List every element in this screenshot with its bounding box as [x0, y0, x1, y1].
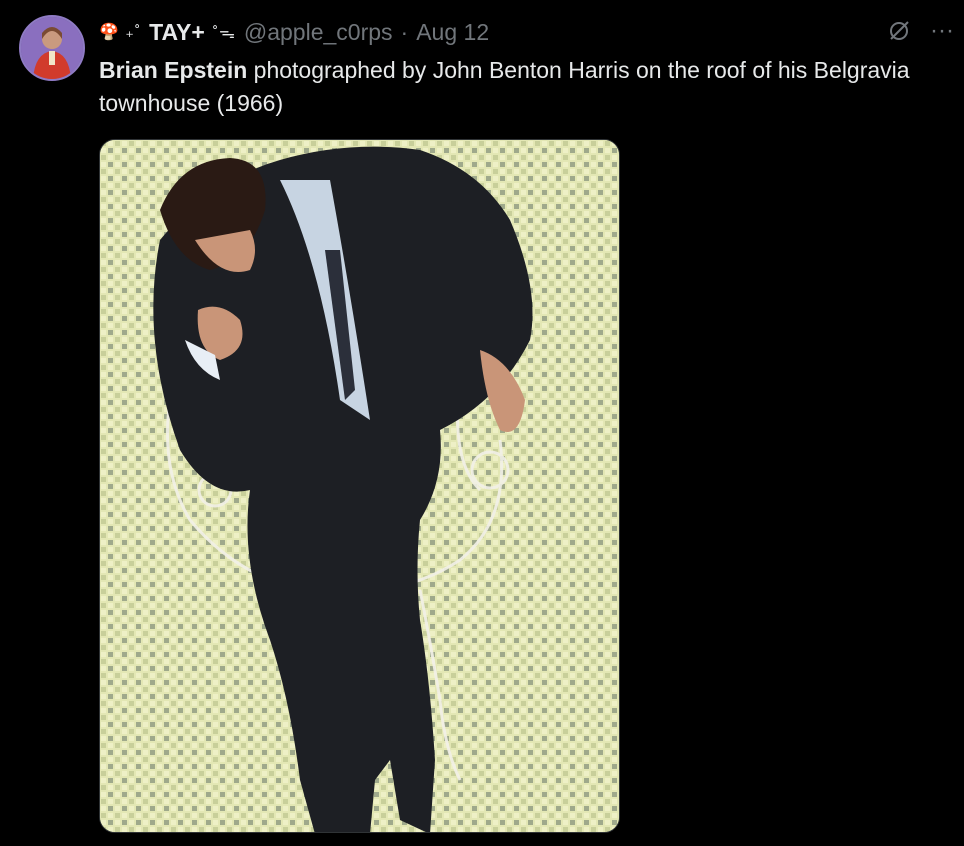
- name-suffix: ˚ᯓ: [212, 25, 236, 42]
- photo-image: [100, 140, 619, 832]
- avatar-image: [21, 17, 83, 79]
- tweet-header: 🍄 ₊˚ TAY+ ˚ᯓ @apple_c0rps · Aug 12: [99, 16, 489, 48]
- top-actions: ···: [886, 18, 954, 44]
- tweet-text: Brian Epstein photographed by John Bento…: [99, 54, 919, 120]
- photo[interactable]: [99, 139, 620, 833]
- separator-dot: ·: [400, 18, 409, 45]
- tweet[interactable]: 🍄 ₊˚ TAY+ ˚ᯓ @apple_c0rps · Aug 12 ··· B…: [0, 0, 964, 846]
- display-name[interactable]: TAY+: [149, 19, 205, 46]
- more-icon[interactable]: ···: [930, 19, 954, 43]
- tweet-text-bold: Brian Epstein: [99, 57, 248, 83]
- name-prefix: 🍄 ₊˚: [99, 24, 142, 41]
- grok-icon[interactable]: [886, 18, 912, 44]
- handle[interactable]: @apple_c0rps: [244, 19, 393, 46]
- timestamp[interactable]: Aug 12: [416, 19, 489, 46]
- avatar[interactable]: [19, 15, 85, 81]
